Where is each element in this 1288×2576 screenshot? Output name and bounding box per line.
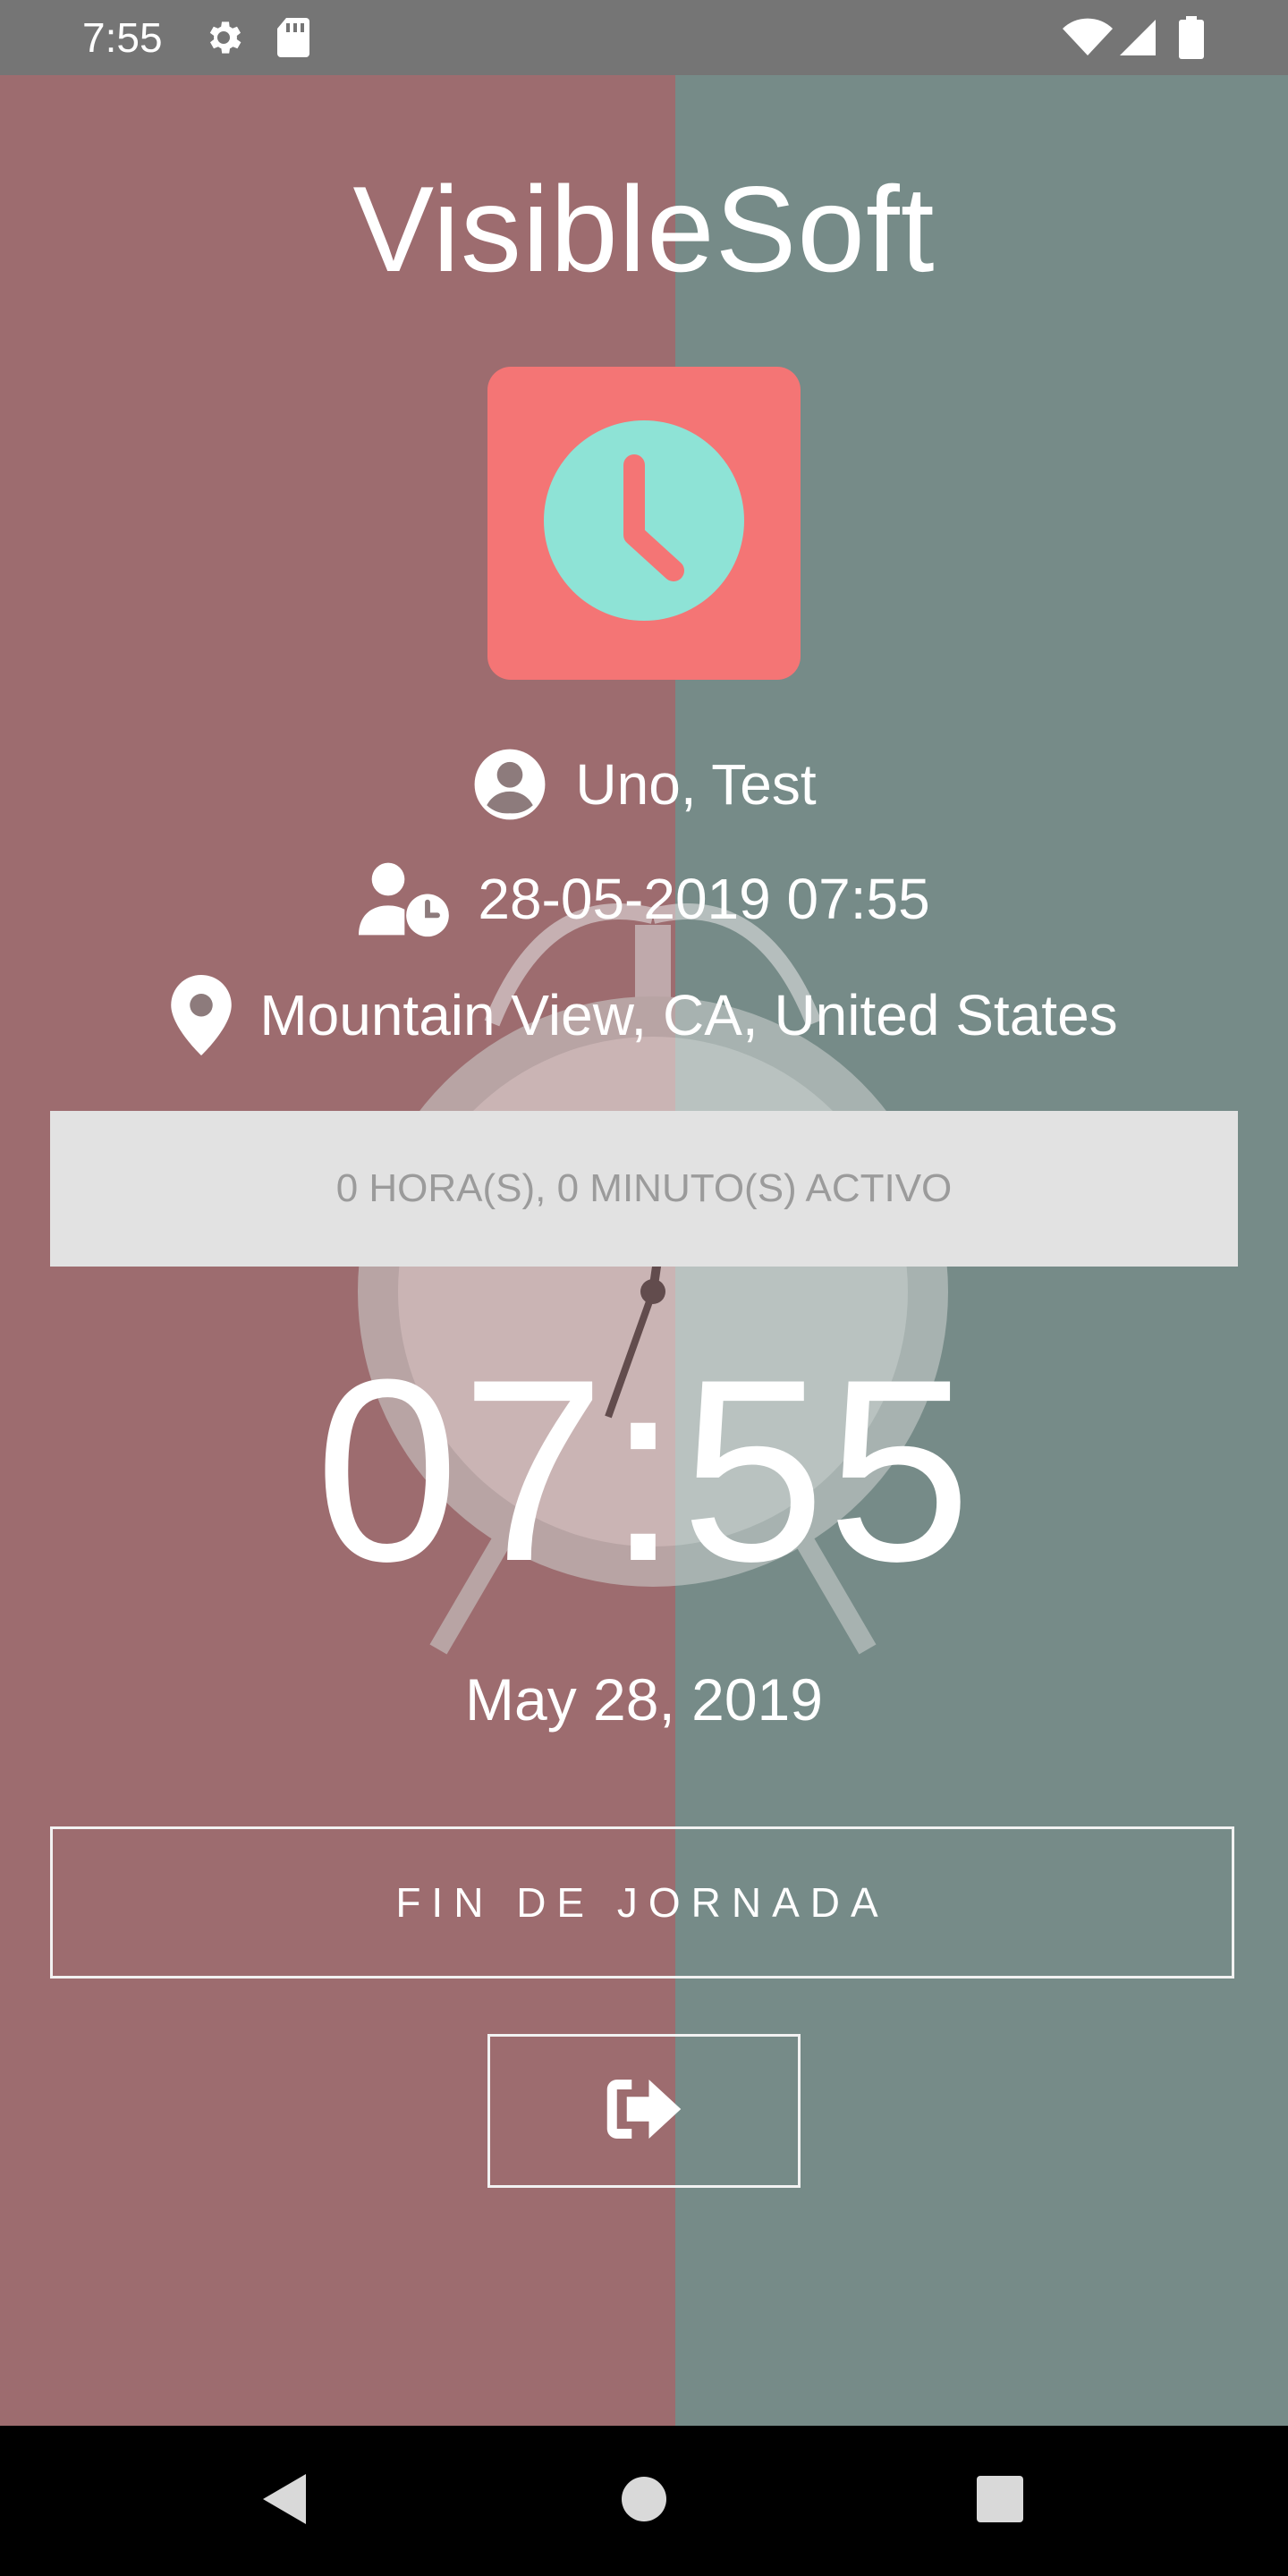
signal-icon xyxy=(1116,16,1157,59)
end-workday-label: FIN DE JORNADA xyxy=(395,1879,889,1926)
user-name: Uno, Test xyxy=(575,752,817,817)
user-circle-icon xyxy=(471,746,548,823)
app-title: VisibleSoft xyxy=(352,161,936,297)
current-time-clock: 07:55 xyxy=(315,1326,973,1615)
check-in-datetime: 28-05-2019 07:55 xyxy=(478,867,930,931)
clock-icon xyxy=(544,420,744,621)
phone-screen: 7:55 VisibleSoft Uno, Test 28-05-2019 07… xyxy=(0,0,1288,2576)
status-time: 7:55 xyxy=(82,14,163,61)
recents-icon[interactable] xyxy=(975,2470,1025,2528)
back-icon[interactable] xyxy=(259,2470,309,2528)
sd-card-icon xyxy=(275,16,311,59)
current-date: May 28, 2019 xyxy=(465,1666,823,1733)
user-row: Uno, Test xyxy=(0,746,1288,823)
status-bar: 7:55 xyxy=(0,0,1288,75)
user-clock-icon xyxy=(358,860,458,938)
app-logo xyxy=(487,367,801,680)
home-icon[interactable] xyxy=(619,2470,669,2528)
gear-icon xyxy=(202,16,245,59)
wifi-icon xyxy=(1061,16,1114,59)
map-pin-icon xyxy=(170,975,233,1055)
location-text: Mountain View, CA, United States xyxy=(259,983,1118,1047)
check-in-row: 28-05-2019 07:55 xyxy=(0,860,1288,938)
navigation-bar xyxy=(0,2426,1288,2576)
active-time-display: 0 HORA(S), 0 MINUTO(S) ACTIVO xyxy=(50,1111,1238,1267)
location-row: Mountain View, CA, United States xyxy=(0,975,1288,1055)
battery-icon xyxy=(1179,16,1204,59)
end-workday-button[interactable]: FIN DE JORNADA xyxy=(50,1826,1234,1979)
sign-out-icon xyxy=(605,2077,683,2146)
active-time-text: 0 HORA(S), 0 MINUTO(S) ACTIVO xyxy=(335,1166,953,1210)
logout-button[interactable] xyxy=(487,2034,801,2188)
app-content: VisibleSoft Uno, Test 28-05-2019 07:55 M… xyxy=(0,75,1288,2426)
